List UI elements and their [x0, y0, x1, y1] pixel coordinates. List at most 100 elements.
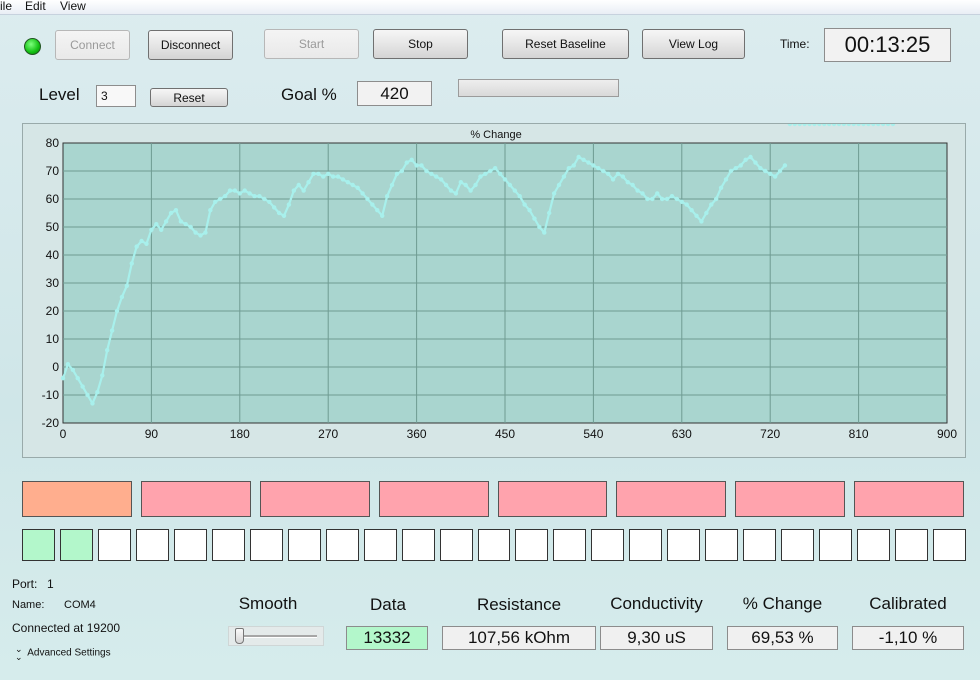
chart-title: % Change [470, 129, 521, 141]
chart-svg: % Change 0 90 180 270 360 450 540 630 720 810 900 -… [42, 124, 957, 441]
x-tick-label: 0 [60, 427, 67, 441]
level-box [854, 481, 964, 517]
menu-bar: ile Edit View [0, 0, 980, 15]
calibrated-label: Calibrated [869, 594, 947, 613]
progress-box [287, 529, 321, 561]
x-tick-label: 900 [937, 427, 957, 441]
data-point [871, 124, 876, 127]
level-box [378, 481, 489, 517]
connection-status-led [24, 38, 41, 55]
level-box [497, 481, 608, 517]
progress-box [59, 529, 93, 561]
port-value: 1 [47, 577, 54, 591]
y-tick-label: 20 [46, 304, 60, 318]
data-point [812, 124, 817, 127]
x-tick-label: 450 [495, 427, 515, 441]
time-label: Time: [780, 37, 810, 51]
data-point [876, 124, 881, 127]
goal-value: 420 [357, 81, 432, 106]
disconnect-button[interactable]: Disconnect [148, 30, 233, 60]
smooth-slider-thumb[interactable] [235, 628, 244, 644]
progress-box [249, 529, 283, 561]
stop-button[interactable]: Stop [373, 29, 468, 59]
percent-change-chart: % Change 0 90 180 270 360 450 540 630 720 810 900 -… [22, 123, 966, 458]
data-point [885, 124, 891, 127]
smooth-slider[interactable] [228, 626, 324, 646]
calibrated-value: -1,10 % [852, 626, 964, 650]
percent-change-value: 69,53 % [727, 626, 838, 650]
data-point [831, 124, 837, 127]
x-tick-label: 90 [145, 427, 159, 441]
progress-box [325, 529, 359, 561]
y-tick-label: -20 [42, 416, 60, 430]
data-point [890, 124, 896, 127]
y-tick-label: 0 [52, 360, 59, 374]
progress-box [629, 529, 663, 561]
data-label: Data [370, 595, 406, 614]
level-box [616, 481, 727, 517]
level-value: 3 [96, 85, 136, 107]
data-point [807, 124, 812, 127]
data-value: 13332 [346, 626, 428, 650]
resistance-value: 107,56 kOhm [442, 626, 596, 650]
name-value: COM4 [64, 599, 96, 611]
progress-box [553, 529, 587, 561]
progress-box [743, 529, 777, 561]
data-point [787, 124, 793, 127]
start-button[interactable]: Start [264, 29, 359, 59]
y-tick-label: 10 [46, 332, 60, 346]
progress-box [401, 529, 435, 561]
data-point [826, 124, 832, 127]
progress-box [705, 529, 739, 561]
x-tick-label: 720 [760, 427, 780, 441]
data-point [861, 124, 866, 127]
y-tick-label: 40 [46, 248, 60, 262]
progress-box [819, 529, 853, 561]
data-point [836, 124, 842, 127]
port-label: Port: [12, 577, 38, 591]
progress-box [97, 529, 131, 561]
x-tick-label: 180 [230, 427, 250, 441]
menu-edit[interactable]: Edit [25, 0, 46, 13]
level-box [140, 481, 251, 517]
progress-box [933, 529, 966, 561]
data-point [802, 124, 807, 127]
x-tick-label: 270 [318, 427, 338, 441]
double-chevron-down-icon: ⌄ ⌄ [15, 644, 23, 662]
data-point [866, 124, 871, 127]
progress-box [135, 529, 169, 561]
goal-label: Goal % [281, 85, 337, 104]
level-label: Level [39, 85, 80, 104]
reset-baseline-button[interactable]: Reset Baseline [502, 29, 629, 59]
connect-button[interactable]: Connect [55, 30, 130, 60]
view-log-button[interactable]: View Log [642, 29, 745, 59]
advanced-settings-toggle[interactable]: ⌄ ⌄ Advanced Settings [15, 644, 111, 662]
progress-box [591, 529, 625, 561]
x-tick-label: 360 [407, 427, 427, 441]
menu-view[interactable]: View [60, 0, 86, 13]
data-point [846, 124, 851, 127]
data-point [841, 124, 847, 127]
y-tick-label: -10 [42, 388, 60, 402]
level-reset-button[interactable]: Reset [150, 88, 228, 107]
x-tick-label: 630 [672, 427, 692, 441]
progress-box [22, 529, 55, 561]
data-point [856, 124, 861, 127]
progress-box [211, 529, 245, 561]
name-label: Name: [12, 599, 45, 611]
conductivity-value: 9,30 uS [600, 626, 713, 650]
x-tick-label: 810 [849, 427, 869, 441]
progress-box [439, 529, 473, 561]
menu-file[interactable]: ile [0, 0, 12, 13]
y-tick-label: 70 [46, 164, 60, 178]
connection-info: Connected at 19200 [12, 621, 121, 635]
smooth-label: Smooth [238, 594, 298, 613]
data-point [792, 124, 797, 127]
progress-box [895, 529, 929, 561]
time-display: 00:13:25 [824, 28, 951, 62]
progress-box [781, 529, 815, 561]
level-box [22, 481, 132, 517]
x-tick-label: 540 [583, 427, 603, 441]
y-tick-label: 30 [46, 276, 60, 290]
y-tick-label: 50 [46, 220, 60, 234]
